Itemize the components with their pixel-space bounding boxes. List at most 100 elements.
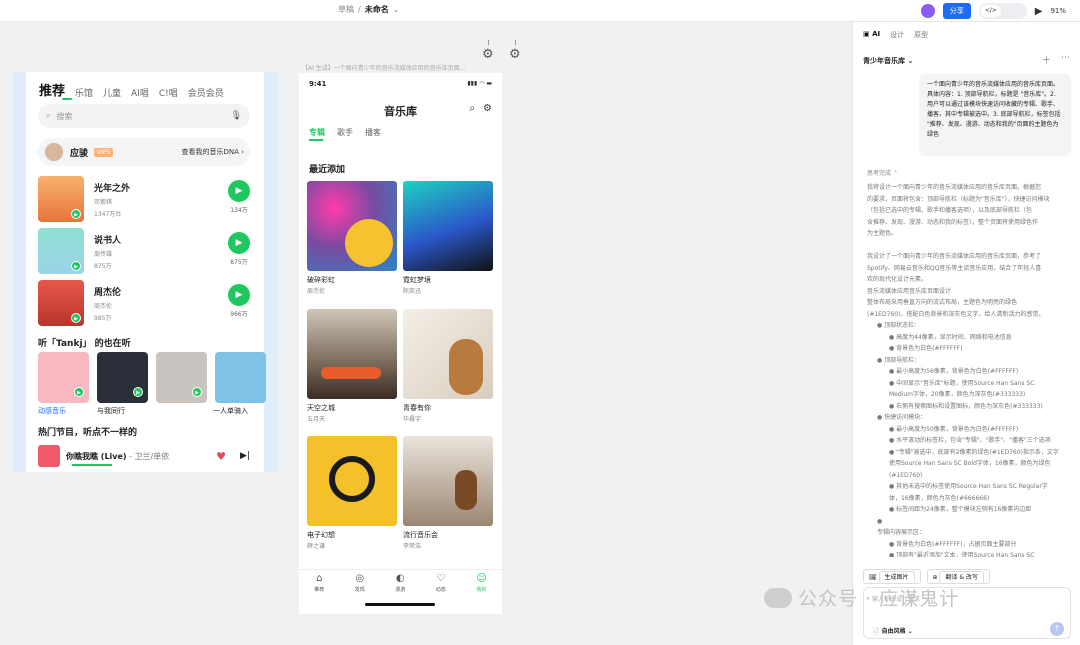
- gear-icon[interactable]: ⚙: [509, 48, 521, 61]
- ai-response: 我将设计一个面向青少年的音乐流媒体应用的音乐库页面。根据您 的要求，页面将包含：顶…: [867, 182, 1073, 557]
- generate-image-button[interactable]: 🖼 生成图片: [863, 569, 921, 584]
- gear-icon[interactable]: ⚙: [483, 103, 492, 114]
- album-card[interactable]: 青春有你 华晨宇: [403, 309, 493, 423]
- album-cover: [38, 445, 60, 467]
- tab-ai[interactable]: ▣ AI: [863, 30, 880, 40]
- playlist-card[interactable]: ▶: [156, 352, 207, 403]
- response-line: （包括已选中的专辑、歌手和播客选项），以及底部导航栏（包: [867, 207, 1033, 214]
- user-prompt: 一个面向青少年的音乐流媒体应用的音乐库页面。具体内容：1. 顶部导航栏，标题是 …: [919, 74, 1071, 156]
- share-button[interactable]: 分享: [942, 3, 971, 19]
- tab-design[interactable]: 设计: [890, 30, 904, 40]
- response-bullet: ● 中间显示"音乐库"标题，使用Source Han Sans SC: [889, 379, 1035, 387]
- play-icon[interactable]: ▶: [1035, 6, 1043, 17]
- project-name[interactable]: 青少年音乐库 ⌄: [863, 56, 913, 66]
- response-line: (#1ED760)，搭配白色背景和深灰色文字，给人清新活力的感觉。: [867, 310, 1045, 318]
- response-line: 的要求，页面将包含：顶部导航栏（标题为"音乐库"），快捷访问模块: [867, 195, 1050, 203]
- response-bullet: Medium字体，20像素，颜色为深灰色(#333333): [889, 391, 1026, 398]
- send-icon[interactable]: ↑: [1050, 622, 1064, 636]
- mic-icon[interactable]: 🎙: [231, 111, 242, 121]
- response-bullet: ● 背景色为白色(#FFFFFF): [889, 345, 963, 352]
- response-bullet: ● 标签间距为24像素，整个模块左侧有16像素内边距: [889, 506, 1032, 513]
- phone-frame[interactable]: 9:41 ▮▮▮ ◠ ▬ 音乐库 ⌕ ⚙ 专辑 歌手 播客 最近添加 破碎彩虹 周…: [299, 73, 502, 614]
- add-icon[interactable]: ＋: [1042, 53, 1051, 66]
- response-bullet: ● 背景色为白色(#FFFFFF)，占据页面主要部分: [889, 540, 1017, 548]
- tab[interactable]: AI唱: [131, 86, 149, 99]
- next-icon[interactable]: ▶|: [240, 451, 250, 461]
- album-card[interactable]: 破碎彩虹 周杰伦: [307, 181, 397, 295]
- music-dna-link[interactable]: 查看我的音乐DNA ›: [182, 147, 244, 157]
- status-icons: ▮▮▮ ◠ ▬: [467, 80, 492, 87]
- heart-icon[interactable]: ♥: [216, 450, 226, 463]
- tab[interactable]: 儿童: [103, 86, 121, 99]
- tab-prototype[interactable]: 原型: [914, 30, 928, 40]
- response-bullet: ● 顶部有"最近添加"文本，使用Source Han Sans SC: [889, 552, 1035, 557]
- response-line: Spotify、网易云音乐和QQ音乐等主流音乐应用，结合了年轻人喜: [867, 264, 1042, 272]
- breadcrumb-parent[interactable]: 草稿: [338, 4, 354, 15]
- nav-item-recommend[interactable]: ⌂ 推荐: [314, 573, 324, 599]
- card-caption: 与我同行: [97, 407, 125, 415]
- zoom-level[interactable]: 91%: [1050, 7, 1066, 15]
- album-artist: 陈奕迅: [403, 288, 422, 295]
- card-caption: 一人单骑入: [213, 407, 248, 415]
- album-art: [403, 436, 493, 526]
- response-bullet: ● 顶部导航栏：: [877, 356, 921, 364]
- search-icon[interactable]: ⌕: [469, 103, 475, 114]
- response-line: 整体布局采用垂直方向的流式布局，主题色为明亮的绿色: [867, 299, 1018, 306]
- editor-topbar: 草稿 / 未命名 ⌄ 分享 </> ▶ 91%: [0, 0, 1080, 22]
- avatar[interactable]: [920, 4, 935, 18]
- play-button[interactable]: ▶: [228, 232, 250, 254]
- search-placeholder: 搜索: [56, 111, 73, 121]
- album-card[interactable]: 流行音乐会 李荣浩: [403, 436, 493, 550]
- playlist-card[interactable]: ▶: [38, 352, 89, 403]
- translate-rewrite-button[interactable]: ⊕ 翻译 & 改写: [926, 569, 990, 584]
- playlist-card[interactable]: ▶: [97, 352, 148, 403]
- list-item[interactable]: ▶ 说书人 周传雄 875万 ▶ 875万: [38, 228, 250, 274]
- more-icon[interactable]: ⋯: [1061, 53, 1070, 66]
- vip-badge: VIP5: [94, 147, 114, 157]
- search-input[interactable]: ⌕ 搜索 🎙: [38, 104, 250, 128]
- album-card[interactable]: 天空之城 五月天: [307, 309, 397, 423]
- tab-albums[interactable]: 专辑: [309, 127, 325, 138]
- album-title: 青春有你: [403, 404, 431, 412]
- response-line: 欢的现代化设计元素。: [867, 276, 928, 283]
- code-view-toggle[interactable]: </>: [978, 3, 1027, 19]
- tab-recommend[interactable]: 推荐: [39, 80, 65, 99]
- album-title: 破碎彩虹: [307, 276, 335, 284]
- response-line: 我设计了一个面向青少年的音乐流媒体应用的音乐库页面，参考了: [867, 253, 1042, 260]
- tab[interactable]: C!唱: [159, 86, 178, 99]
- style-selector[interactable]: 📄 自由风格 ⌄: [872, 626, 913, 635]
- response-bullet: ● 水平滚动的标签栏，包含"专辑"、"歌手"、"播客"三个选项: [889, 437, 1051, 444]
- response-bullet: ● 右侧有搜索图标和设置图标，颜色为深灰色(#333333): [889, 402, 1043, 410]
- user-card[interactable]: 应骏 VIP5 查看我的音乐DNA ›: [38, 138, 250, 166]
- response-line: 音乐流媒体应用音乐库页面设计: [867, 287, 952, 295]
- tab[interactable]: 乐馆: [75, 86, 93, 99]
- play-button[interactable]: ▶: [228, 180, 250, 202]
- album-cover: ▶: [38, 176, 84, 222]
- breadcrumb-current[interactable]: 未命名: [365, 4, 389, 15]
- tab-artists[interactable]: 歌手: [337, 127, 353, 138]
- tab-podcasts[interactable]: 播客: [365, 127, 381, 138]
- code-icon: </>: [980, 5, 1001, 17]
- nav-item-roam[interactable]: ◐ 漫游: [395, 573, 405, 599]
- response-line: 含推荐、发现、漫游、动态和我的标签）。整个页面将使用绿色作: [867, 218, 1039, 226]
- tab[interactable]: 会员会员: [188, 86, 224, 99]
- progress-bar: [72, 464, 112, 466]
- nav-item-mine[interactable]: ☺ 我的: [476, 573, 486, 599]
- play-count: 875万: [230, 259, 248, 266]
- frame-label[interactable]: 【AI 生成】一个面向青少年的音乐流媒体应用的音乐库页面...: [302, 63, 466, 72]
- playlist-card[interactable]: [215, 352, 266, 403]
- mini-player[interactable]: 你瞧我瞧 (Live) - 卫兰/单依 ♥ ▶|: [38, 443, 250, 469]
- gear-icon[interactable]: ⚙: [482, 48, 494, 61]
- chevron-down-icon[interactable]: ⌄: [393, 5, 400, 14]
- avatar: [44, 142, 64, 162]
- thinking-toggle[interactable]: 思考完成 ⌃: [867, 168, 898, 177]
- breadcrumb-separator: /: [358, 5, 361, 14]
- wechat-logo: [764, 587, 792, 608]
- list-item[interactable]: ▶ 周杰伦 周杰伦 985万 ▶ 966万: [38, 280, 250, 326]
- play-button[interactable]: ▶: [228, 284, 250, 306]
- album-card[interactable]: 霓虹梦境 陈奕迅: [403, 181, 493, 295]
- nav-item-discover[interactable]: ◎ 发现: [355, 573, 365, 599]
- list-item[interactable]: ▶ 光年之外 邓紫棋 1347万台 ▶ 134万: [38, 176, 250, 222]
- album-card[interactable]: 电子幻想 薛之谦: [307, 436, 397, 550]
- nav-item-feed[interactable]: ♡ 动态: [436, 573, 446, 599]
